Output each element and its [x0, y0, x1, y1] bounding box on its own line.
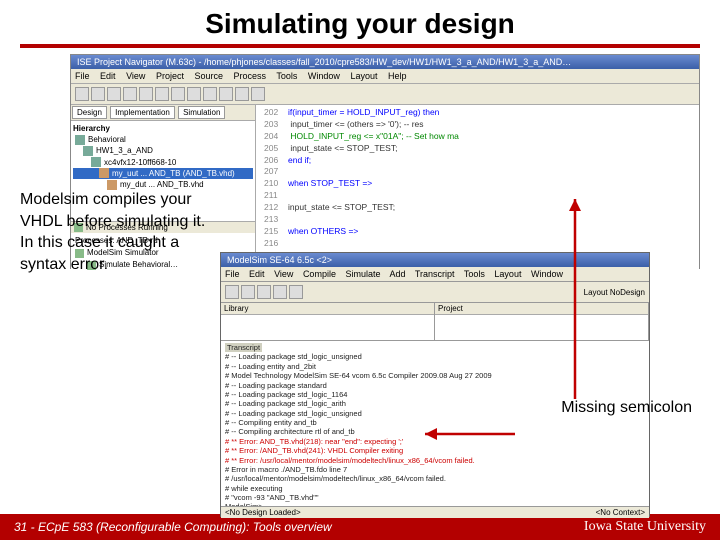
toolbar-button-icon[interactable] [91, 87, 105, 101]
toolbar-button-icon[interactable] [241, 285, 255, 299]
toolbar-button-icon[interactable] [203, 87, 217, 101]
library-pane-header: Library [221, 303, 434, 315]
tab-design[interactable]: Design [72, 106, 107, 119]
tab-simulation[interactable]: Simulation [178, 106, 225, 119]
code-line: 215when OTHERS => [264, 226, 691, 238]
toolbar-button-icon[interactable] [155, 87, 169, 101]
design-view-tabs: Design Implementation Simulation [71, 105, 255, 121]
code-line: 211 [264, 190, 691, 202]
ise-code-editor[interactable]: 202if(input_timer = HOLD_INPUT_reg) then… [256, 105, 699, 273]
annotation-line: syntax error. [20, 254, 205, 276]
toolbar-button-icon[interactable] [171, 87, 185, 101]
toolbar-button-icon[interactable] [273, 285, 287, 299]
toolbar-button-icon[interactable] [139, 87, 153, 101]
ise-menubar[interactable]: File Edit View Project Source Process To… [71, 69, 699, 84]
project-pane-header: Project [435, 303, 648, 315]
chip-icon [83, 146, 93, 156]
toolbar-button-icon[interactable] [219, 87, 233, 101]
code-line: 205 input_state <= STOP_TEST; [264, 143, 691, 155]
tab-implementation[interactable]: Implementation [110, 106, 175, 119]
menu-window[interactable]: Window [531, 269, 563, 279]
annotation-missing-semicolon: Missing semicolon [561, 399, 692, 417]
transcript-error-line: # ** Error: /usr/local/mentor/modelsim/m… [225, 456, 645, 465]
code-line: 216 [264, 238, 691, 250]
hierarchy-label: Hierarchy [73, 123, 253, 134]
menu-compile[interactable]: Compile [303, 269, 336, 279]
transcript-line: # /usr/local/mentor/modelsim/modeltech/l… [225, 474, 645, 483]
hier-text: HW1_3_a_AND [96, 145, 153, 156]
footer-right: Iowa State University [584, 519, 706, 535]
transcript-header: Transcript [225, 343, 262, 352]
menu-process[interactable]: Process [234, 71, 267, 81]
slide-title: Simulating your design [0, 0, 720, 44]
hier-item[interactable]: Behavioral [73, 134, 253, 145]
menu-view[interactable]: View [274, 269, 293, 279]
annotation-line: VHDL before simulating it. [20, 211, 205, 233]
library-pane[interactable]: Library [221, 303, 435, 340]
annotation-modelsim-compiles: Modelsim compiles your VHDL before simul… [20, 189, 205, 275]
code-line: 204 HOLD_INPUT_reg <= x"01A"; -- Set how… [264, 131, 691, 143]
transcript-line: # "vcom -93 "AND_TB.vhd"" [225, 493, 645, 502]
modelsim-window: ModelSim SE-64 6.5c <2> File Edit View C… [220, 252, 650, 517]
content-area: Modelsim compiles your VHDL before simul… [0, 54, 720, 494]
toolbar-button-icon[interactable] [123, 87, 137, 101]
layout-selector[interactable]: Layout NoDesign [584, 288, 645, 297]
menu-view[interactable]: View [126, 71, 145, 81]
code-line: 207 [264, 166, 691, 178]
folder-icon [75, 135, 85, 145]
status-right: <No Context> [596, 508, 645, 517]
hier-item-selected[interactable]: my_uut ... AND_TB (AND_TB.vhd) [73, 168, 253, 179]
toolbar-button-icon[interactable] [235, 87, 249, 101]
code-line: 206end if; [264, 155, 691, 167]
menu-help[interactable]: Help [388, 71, 407, 81]
annotation-line: In this case it caught a [20, 232, 205, 254]
hier-item[interactable]: HW1_3_a_AND [73, 145, 253, 156]
code-line: 212input_state <= STOP_TEST; [264, 202, 691, 214]
chip-icon [91, 157, 101, 167]
hier-item[interactable]: xc4vfx12-10ff668-10 [73, 157, 253, 168]
toolbar-button-icon[interactable] [75, 87, 89, 101]
modelsim-statusbar: <No Design Loaded> <No Context> [221, 506, 649, 518]
menu-simulate[interactable]: Simulate [345, 269, 380, 279]
menu-file[interactable]: File [75, 71, 90, 81]
menu-window[interactable]: Window [308, 71, 340, 81]
menu-project[interactable]: Project [156, 71, 184, 81]
transcript-line: # while executing [225, 484, 645, 493]
menu-tools[interactable]: Tools [464, 269, 485, 279]
code-line: 203 input_timer <= (others => '0'); -- r… [264, 119, 691, 131]
status-left: <No Design Loaded> [225, 508, 301, 517]
toolbar-button-icon[interactable] [251, 87, 265, 101]
menu-edit[interactable]: Edit [100, 71, 116, 81]
transcript-line: # Error in macro ./AND_TB.fdo line 7 [225, 465, 645, 474]
arrow-up-icon [565, 199, 585, 409]
toolbar-button-icon[interactable] [107, 87, 121, 101]
menu-add[interactable]: Add [390, 269, 406, 279]
menu-layout[interactable]: Layout [494, 269, 521, 279]
toolbar-button-icon[interactable] [289, 285, 303, 299]
arrow-left-icon [425, 426, 520, 442]
menu-file[interactable]: File [225, 269, 240, 279]
footer-left: 31 - ECpE 583 (Reconfigurable Computing)… [14, 520, 332, 534]
menu-transcript[interactable]: Transcript [415, 269, 455, 279]
menu-tools[interactable]: Tools [276, 71, 297, 81]
hier-text: Behavioral [88, 134, 126, 145]
vhdl-icon [99, 168, 109, 178]
toolbar-button-icon[interactable] [225, 285, 239, 299]
code-line: 202if(input_timer = HOLD_INPUT_reg) then [264, 107, 691, 119]
ise-toolbar [71, 84, 699, 105]
menu-layout[interactable]: Layout [350, 71, 377, 81]
toolbar-button-icon[interactable] [257, 285, 271, 299]
hier-text: my_uut ... AND_TB (AND_TB.vhd) [112, 168, 235, 179]
title-underline [20, 44, 700, 48]
hier-text: xc4vfx12-10ff668-10 [104, 157, 176, 168]
code-line: 213 [264, 214, 691, 226]
code-line: 210when STOP_TEST => [264, 178, 691, 190]
ise-titlebar: ISE Project Navigator (M.63c) - /home/ph… [71, 55, 699, 69]
menu-source[interactable]: Source [194, 71, 223, 81]
menu-edit[interactable]: Edit [249, 269, 265, 279]
project-pane[interactable]: Project [435, 303, 649, 340]
annotation-line: Modelsim compiles your [20, 189, 205, 211]
toolbar-button-icon[interactable] [187, 87, 201, 101]
transcript-error-line: # ** Error: /AND_TB.vhd(241): VHDL Compi… [225, 446, 645, 455]
